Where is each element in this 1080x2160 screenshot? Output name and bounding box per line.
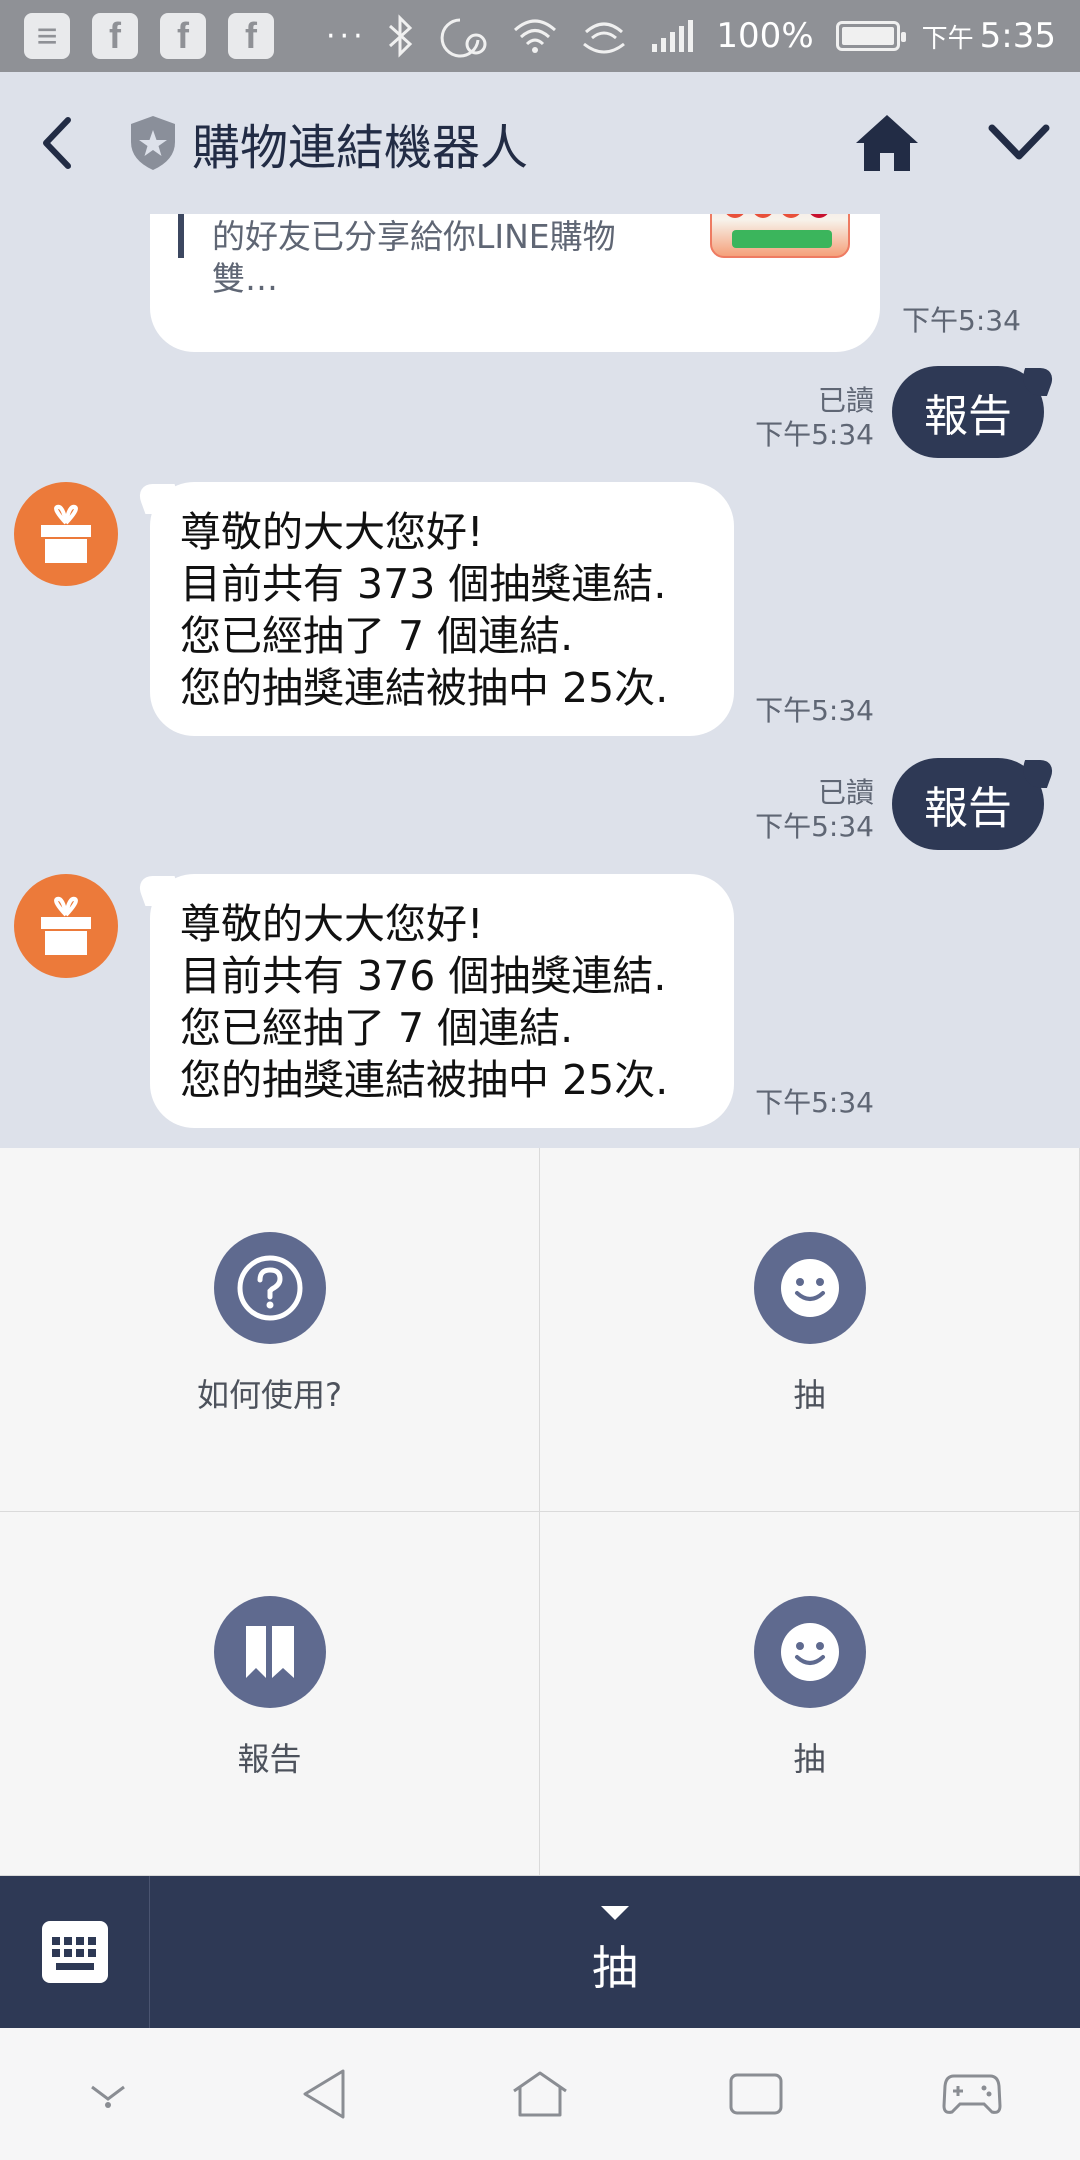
menu-item-draw[interactable]: 抽 (540, 1512, 1080, 1876)
home-icon[interactable] (854, 113, 920, 173)
menu-item-draw[interactable]: 抽 (540, 1148, 1080, 1512)
chat-title: 購物連結機器人 (192, 120, 529, 176)
rich-menu-toggle[interactable]: 抽 (150, 1876, 1080, 2028)
wifi-icon (514, 19, 557, 53)
facebook-icon: f (92, 13, 138, 59)
shared-link-card[interactable]: 即刻起～11/9(五) 23:59 您的好友已分享給你LINE購物雙… (150, 214, 880, 352)
shield-icon (131, 116, 175, 170)
battery-percent: 100% (716, 16, 814, 56)
facebook-icon: f (228, 13, 274, 59)
gift-icon (41, 896, 91, 955)
chat-header: 購物連結機器人 (0, 72, 1080, 214)
question-icon (213, 1232, 326, 1344)
recents-nav-icon[interactable] (716, 2054, 796, 2134)
read-receipt: 已讀 下午5:34 (755, 776, 874, 843)
chat-area[interactable]: 即刻起～11/9(五) 23:59 您的好友已分享給你LINE購物雙… 下午5:… (0, 214, 1080, 1148)
status-bar: ≡ f f f ··· 100% 下午 5:35 (0, 0, 1080, 72)
bot-avatar[interactable] (14, 874, 118, 978)
more-notifications-icon: ··· (326, 18, 367, 54)
message-time: 下午5:34 (755, 694, 874, 727)
hide-nav-icon[interactable] (68, 2054, 148, 2134)
menu-item-how-to-use[interactable]: 如何使用? (0, 1148, 540, 1512)
triangle-down-icon (601, 1906, 629, 1920)
game-controller-icon[interactable] (932, 2054, 1012, 2134)
back-nav-icon[interactable] (284, 2054, 364, 2134)
smile-icon (753, 1596, 866, 1708)
smile-icon (753, 1232, 866, 1344)
incoming-message[interactable]: 尊敬的大大您好! 目前共有 376 個抽獎連結. 您已經抽了 7 個連結. 您的… (150, 874, 734, 1128)
link-thumbnail (710, 214, 850, 258)
menu-item-label: 報告 (237, 1740, 302, 1778)
facebook-icon: f (160, 13, 206, 59)
hotspot-icon (583, 22, 626, 54)
bookmark-icon (213, 1596, 326, 1708)
home-nav-icon[interactable] (500, 2054, 580, 2134)
clock: 5:35 (979, 16, 1056, 56)
read-receipt: 已讀 下午5:34 (755, 384, 874, 451)
incoming-message[interactable]: 尊敬的大大您好! 目前共有 373 個抽獎連結. 您已經抽了 7 個連結. 您的… (150, 482, 734, 736)
gift-icon (41, 504, 91, 563)
chevron-down-icon[interactable] (986, 118, 1052, 168)
outgoing-message[interactable]: 報告 (892, 758, 1044, 850)
input-bar: 抽 (0, 1876, 1080, 2028)
message-time: 下午5:34 (755, 1086, 874, 1119)
menu-item-label: 抽 (793, 1740, 826, 1778)
link-preview-text: 即刻起～11/9(五) 23:59 您的好友已分享給你LINE購物雙… (212, 217, 616, 298)
time-prefix: 下午 (921, 23, 974, 54)
menu-item-label: 抽 (793, 1376, 826, 1414)
quote-bar (178, 214, 184, 258)
bluetooth-icon (389, 14, 413, 58)
list-icon: ≡ (24, 13, 70, 59)
back-icon[interactable] (28, 113, 88, 173)
system-nav-bar (0, 2028, 1080, 2160)
keyboard-icon (41, 1921, 108, 1983)
bot-avatar[interactable] (14, 482, 118, 586)
rich-menu: 如何使用? 抽 報告 抽 (0, 1148, 1080, 1876)
keyboard-button[interactable] (0, 1876, 150, 2028)
alarm-icon (441, 18, 487, 58)
signal-icon (652, 20, 694, 52)
message-time: 下午5:34 (902, 304, 1021, 337)
menu-item-report[interactable]: 報告 (0, 1512, 540, 1876)
menu-item-label: 如何使用? (197, 1376, 342, 1414)
outgoing-message[interactable]: 報告 (892, 366, 1044, 458)
rich-menu-title: 抽 (592, 1941, 638, 1995)
battery-icon (835, 21, 906, 51)
